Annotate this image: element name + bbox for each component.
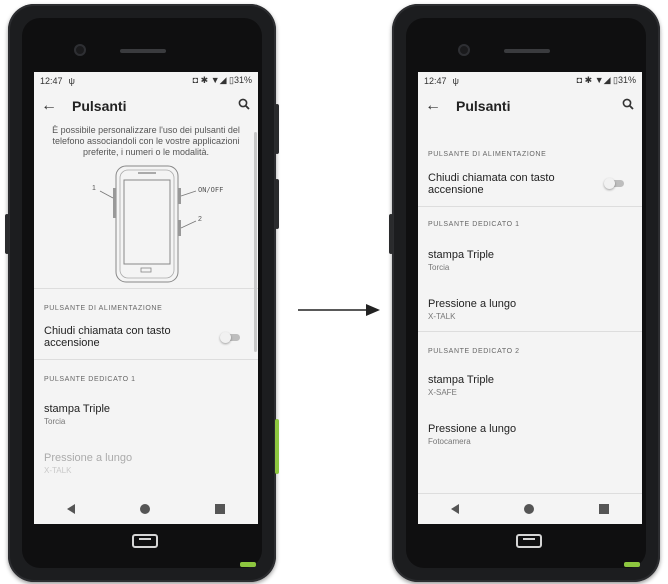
green-dedicated-button <box>275 419 279 474</box>
side-button-left <box>5 214 9 254</box>
nav-back-icon[interactable] <box>450 504 459 514</box>
power-preference-title: Chiudi chiamata con tasto accensione <box>44 325 171 349</box>
search-icon[interactable] <box>230 97 258 115</box>
long-press-title: Pressione a lungo <box>44 452 133 464</box>
power-preference-row[interactable]: Chiudi chiamata con tasto accensione <box>418 158 642 206</box>
status-time: 12:47 <box>424 75 447 86</box>
left-screen: 12:47 ψ ◘ ✱ ▼◢ ▯31% ← Pulsanti È possibi… <box>34 72 258 524</box>
app-bar: ← Pulsanti <box>418 89 642 123</box>
side-button-right-top <box>275 104 279 154</box>
section-header-dedicated-2: PULSANTE DEDICATO 2 <box>428 348 520 355</box>
green-bottom-accent <box>624 562 640 567</box>
green-bottom-accent <box>240 562 256 567</box>
app-bar: ← Pulsanti <box>34 89 258 123</box>
status-bar: 12:47 ψ ◘ ✱ ▼◢ ▯31% <box>34 72 258 89</box>
page-title: Pulsanti <box>456 98 511 114</box>
power-toggle-switch[interactable] <box>220 332 242 343</box>
earpiece-speaker <box>504 49 550 53</box>
section-header-power: PULSANTE DI ALIMENTAZIONE <box>44 305 163 312</box>
nav-home-icon[interactable] <box>523 504 534 514</box>
triple-press-title: stampa Triple <box>428 374 495 386</box>
navigation-bar <box>34 494 258 524</box>
diagram-label-onoff: ON/OFF <box>198 186 224 194</box>
triple-press-summary: Torcia <box>44 417 66 426</box>
search-icon[interactable] <box>614 97 642 115</box>
back-arrow-icon[interactable]: ← <box>418 97 448 115</box>
long-press-summary: Fotocamera <box>428 437 471 446</box>
nav-back-icon[interactable] <box>66 504 75 514</box>
power-preference-title: Chiudi chiamata con tasto accensione <box>428 172 555 196</box>
section-header-dedicated-1: PULSANTE DEDICATO 1 <box>428 221 520 228</box>
scrollbar[interactable] <box>254 132 257 352</box>
power-preference-row[interactable]: Chiudi chiamata con tasto accensione <box>34 312 258 359</box>
long-press-summary: X-TALK <box>428 312 456 321</box>
arrow-right-icon <box>298 303 380 317</box>
status-bar: 12:47 ψ ◘ ✱ ▼◢ ▯31% <box>418 72 642 89</box>
long-press-title: Pressione a lungo <box>428 298 517 310</box>
triple-press-title: stampa Triple <box>428 249 495 261</box>
nav-recents-icon[interactable] <box>599 504 610 514</box>
triple-press-row-2[interactable]: stampa Triple X-SAFE <box>418 355 642 407</box>
diagram-label-2: 2 <box>198 216 202 223</box>
triple-press-row[interactable]: stampa Triple Torcia <box>34 383 258 436</box>
triple-press-summary: X-SAFE <box>428 388 457 397</box>
intro-text: È possibile personalizzare l'uso dei pul… <box>52 125 240 157</box>
earpiece-speaker <box>120 49 166 53</box>
page-title: Pulsanti <box>72 98 127 114</box>
section-header-power: PULSANTE DI ALIMENTAZIONE <box>428 151 547 158</box>
power-toggle-switch[interactable] <box>604 178 626 189</box>
right-screen: 12:47 ψ ◘ ✱ ▼◢ ▯31% ← Pulsanti PULSANTE … <box>418 72 642 524</box>
right-phone: 12:47 ψ ◘ ✱ ▼◢ ▯31% ← Pulsanti PULSANTE … <box>389 4 660 582</box>
side-button-left <box>389 214 393 254</box>
usb-icon: ψ <box>68 75 75 86</box>
front-camera <box>74 44 86 56</box>
diagram-label-1: 1 <box>92 185 96 192</box>
nav-home-icon[interactable] <box>139 504 150 514</box>
status-indicators: ◘ ✱ ▼◢ ▯31% <box>192 75 252 85</box>
front-camera <box>458 44 470 56</box>
long-press-title: Pressione a lungo <box>428 423 517 435</box>
long-press-row-2[interactable]: Pressione a lungo Fotocamera <box>418 407 642 456</box>
navigation-bar <box>418 493 642 524</box>
left-phone: 12:47 ψ ◘ ✱ ▼◢ ▯31% ← Pulsanti È possibi… <box>5 4 279 582</box>
long-press-row-1[interactable]: Pressione a lungo X-TALK <box>418 282 642 331</box>
brand-logo <box>132 534 158 548</box>
nav-recents-icon[interactable] <box>215 504 226 514</box>
long-press-row[interactable]: Pressione a lungo X-TALK <box>34 436 258 485</box>
triple-press-row-1[interactable]: stampa Triple Torcia <box>418 228 642 282</box>
brand-logo <box>516 534 542 548</box>
triple-press-title: stampa Triple <box>44 403 111 415</box>
side-button-right-mid <box>275 179 279 229</box>
status-indicators: ◘ ✱ ▼◢ ▯31% <box>576 75 636 85</box>
long-press-summary: X-TALK <box>44 466 72 475</box>
phone-diagram: 1 ON/OFF 2 <box>34 158 258 288</box>
back-arrow-icon[interactable]: ← <box>34 97 64 115</box>
status-time: 12:47 <box>40 75 63 86</box>
section-header-dedicated-1: PULSANTE DEDICATO 1 <box>44 376 136 383</box>
triple-press-summary: Torcia <box>428 263 450 272</box>
usb-icon: ψ <box>452 75 459 86</box>
